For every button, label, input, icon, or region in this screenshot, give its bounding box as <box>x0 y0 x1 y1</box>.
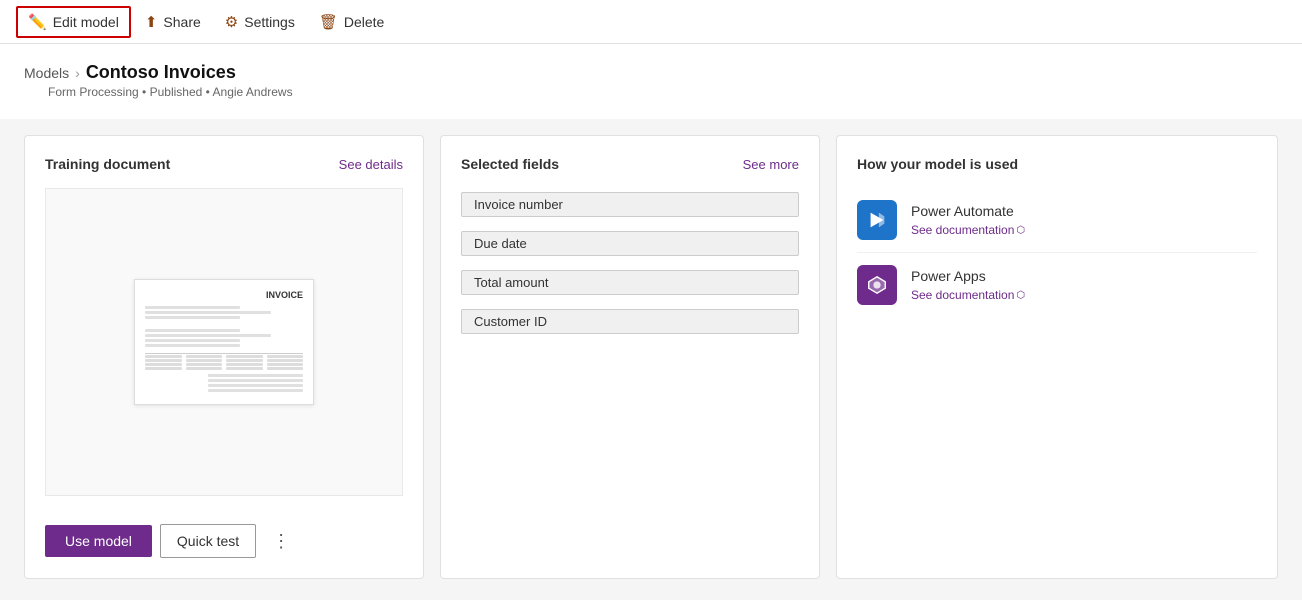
toolbar: ✏️ Edit model ⬆ Share ⚙ Settings 🗑 Delet… <box>0 0 1302 44</box>
sub-status: Published <box>150 85 203 99</box>
usage-card-header: How your model is used <box>857 156 1257 172</box>
breadcrumb-sub: Form Processing • Published • Angie Andr… <box>24 83 1278 115</box>
breadcrumb-current: Contoso Invoices <box>86 62 236 83</box>
usage-card: How your model is used Power Automate Se… <box>836 135 1278 579</box>
fields-card-title: Selected fields <box>461 156 559 172</box>
power-apps-info: Power Apps See documentation ⬡ <box>911 268 1025 302</box>
settings-button[interactable]: ⚙ Settings <box>215 8 305 36</box>
sub-type: Form Processing <box>48 85 139 99</box>
delete-icon: 🗑 <box>319 13 338 31</box>
more-options-button[interactable]: ⋮ <box>264 527 298 556</box>
power-automate-doc-label: See documentation <box>911 223 1014 237</box>
usage-item-power-apps: Power Apps See documentation ⬡ <box>857 253 1257 317</box>
power-automate-info: Power Automate See documentation ⬡ <box>911 203 1025 237</box>
power-apps-icon <box>857 265 897 305</box>
power-automate-icon <box>857 200 897 240</box>
share-icon: ⬆ <box>145 13 158 31</box>
power-automate-name: Power Automate <box>911 203 1025 219</box>
edit-model-label: Edit model <box>53 14 119 30</box>
use-model-button[interactable]: Use model <box>45 525 152 557</box>
fields-list: Invoice number Due date Total amount Cus… <box>461 188 799 338</box>
breadcrumb-parent[interactable]: Models <box>24 65 69 81</box>
edit-icon: ✏️ <box>28 13 47 31</box>
delete-button[interactable]: 🗑 Delete <box>309 8 395 36</box>
selected-fields-card: Selected fields See more Invoice number … <box>440 135 820 579</box>
settings-label: Settings <box>244 14 295 30</box>
training-card-header: Training document See details <box>45 156 403 172</box>
usage-item-power-automate: Power Automate See documentation ⬡ <box>857 188 1257 253</box>
edit-model-button[interactable]: ✏️ Edit model <box>16 6 131 38</box>
power-apps-name: Power Apps <box>911 268 1025 284</box>
main-content: Training document See details INVOICE <box>0 119 1302 595</box>
card-actions: Use model Quick test ⋮ <box>45 512 403 558</box>
breadcrumb-area: Models › Contoso Invoices Form Processin… <box>0 44 1302 119</box>
external-link-icon: ⬡ <box>1016 225 1025 236</box>
see-more-link[interactable]: See more <box>743 157 799 172</box>
training-card-title: Training document <box>45 156 170 172</box>
power-automate-doc-link[interactable]: See documentation ⬡ <box>911 223 1025 237</box>
field-tag-total-amount: Total amount <box>461 270 799 295</box>
settings-icon: ⚙ <box>225 13 238 31</box>
sub-author: Angie Andrews <box>213 85 293 99</box>
fields-card-header: Selected fields See more <box>461 156 799 172</box>
field-tag-due-date: Due date <box>461 231 799 256</box>
external-link-icon-2: ⬡ <box>1016 290 1025 301</box>
training-document-card: Training document See details INVOICE <box>24 135 424 579</box>
document-preview: INVOICE <box>45 188 403 496</box>
quick-test-button[interactable]: Quick test <box>160 524 256 558</box>
delete-label: Delete <box>344 14 384 30</box>
power-apps-doc-label: See documentation <box>911 288 1014 302</box>
breadcrumb-separator: › <box>75 65 80 81</box>
usage-card-title: How your model is used <box>857 156 1018 172</box>
power-apps-doc-link[interactable]: See documentation ⬡ <box>911 288 1025 302</box>
share-label: Share <box>163 14 200 30</box>
share-button[interactable]: ⬆ Share <box>135 8 211 36</box>
invoice-mock: INVOICE <box>134 279 314 405</box>
training-see-details-link[interactable]: See details <box>339 157 403 172</box>
field-tag-customer-id: Customer ID <box>461 309 799 334</box>
field-tag-invoice-number: Invoice number <box>461 192 799 217</box>
breadcrumb: Models › Contoso Invoices <box>24 62 1278 83</box>
